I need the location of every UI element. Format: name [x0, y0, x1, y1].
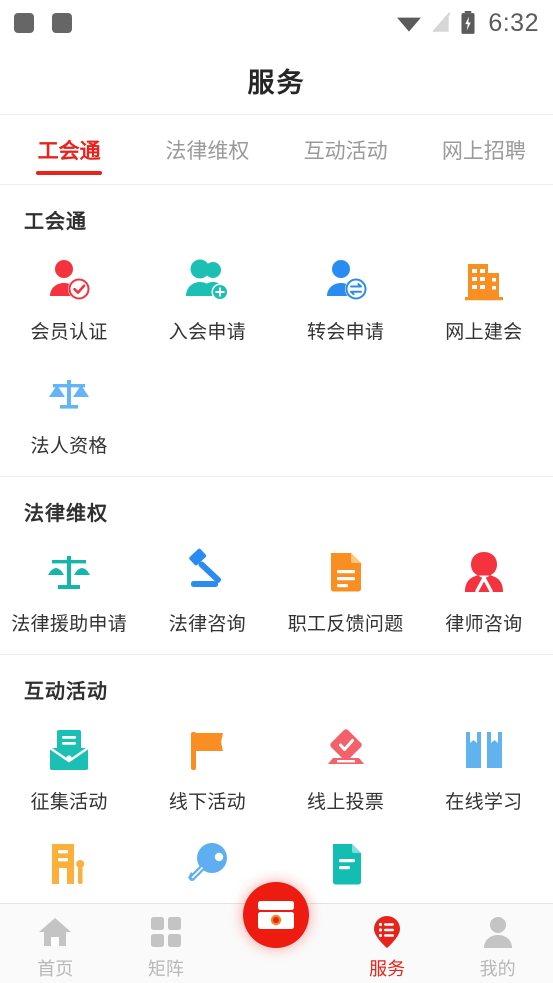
service-item-label: 转会申请 — [307, 322, 385, 343]
service-item-hotel-building[interactable] — [0, 824, 138, 911]
service-item-label: 法律咨询 — [168, 614, 246, 635]
join-union-icon — [186, 259, 229, 301]
tab-hudonghuodong[interactable]: 互动活动 — [277, 115, 415, 184]
service-item-build-union[interactable]: 网上建会 — [415, 240, 553, 354]
section-gonghuitong: 工会通 会员认证 入会申请 转会申请 网上建会 法人资格 — [0, 185, 553, 476]
service-item-label: 入会申请 — [168, 322, 246, 343]
status-bar-clock: 6:32 — [488, 8, 539, 37]
tab-gonghuitong[interactable]: 工会通 — [0, 115, 138, 184]
tab-falvweiquan[interactable]: 法律维权 — [138, 115, 276, 184]
status-bar-notifications — [14, 13, 72, 33]
nav-label: 我的 — [479, 959, 516, 979]
service-item-collect-activity[interactable]: 征集活动 — [0, 710, 138, 824]
profile-icon — [483, 917, 512, 948]
section-title: 法律维权 — [24, 503, 108, 525]
service-item-label: 线上投票 — [307, 792, 385, 813]
nav-item-home[interactable]: 首页 — [0, 904, 111, 981]
service-item-label: 律师咨询 — [445, 614, 523, 635]
service-item-online-study[interactable]: 在线学习 — [415, 710, 553, 824]
status-bar: 6:32 — [0, 0, 553, 46]
service-item-legal-entity[interactable]: 法人资格 — [0, 354, 138, 468]
battery-charging-icon — [461, 11, 475, 34]
nav-label: 首页 — [37, 959, 74, 979]
nav-item-profile[interactable]: 我的 — [442, 904, 553, 981]
service-scroll-area[interactable]: 工会通 会员认证 入会申请 转会申请 网上建会 法人资格 法律维权 法律援助申请… — [0, 185, 553, 983]
notification-square-icon — [52, 13, 72, 33]
flag-icon — [191, 732, 224, 770]
nav-item-matrix[interactable]: 矩阵 — [111, 904, 222, 981]
home-icon — [39, 918, 72, 946]
grid-icon — [150, 917, 181, 947]
lawyer-icon — [464, 552, 503, 593]
build-union-icon — [464, 264, 503, 301]
title-bar: 服务 — [0, 46, 553, 114]
section-falvweiquan: 法律维权 法律援助申请 法律咨询 职工反馈问题 律师咨询 — [0, 476, 553, 654]
hotel-building-icon — [52, 844, 85, 884]
member-verify-icon — [50, 260, 91, 300]
tab-bar: 工会通 法律维权 互动活动 网上招聘 — [0, 114, 553, 185]
book-icon — [465, 732, 502, 768]
section-title: 工会通 — [24, 211, 87, 233]
service-item-lawyer-consult[interactable]: 律师咨询 — [415, 532, 553, 646]
service-item-label: 会员认证 — [30, 322, 108, 343]
wallet-fab-button[interactable] — [243, 882, 310, 948]
signal-off-icon — [432, 12, 451, 33]
legal-aid-scales-icon — [48, 556, 91, 589]
icon-grid: 征集活动 线下活动 线上投票 在线学习 — [0, 710, 553, 911]
tab-wangshangzhaopin[interactable]: 网上招聘 — [415, 115, 553, 184]
service-item-label: 在线学习 — [445, 792, 523, 813]
service-item-offline-activity[interactable]: 线下活动 — [138, 710, 276, 824]
service-item-label: 线下活动 — [168, 792, 246, 813]
feedback-document-icon — [330, 553, 361, 592]
page-title: 服务 — [247, 67, 306, 98]
section-hudonghuodong: 互动活动 征集活动 线下活动 线上投票 在线学习 — [0, 654, 553, 919]
collect-envelope-icon — [49, 730, 89, 770]
notification-square-icon — [14, 13, 34, 33]
service-item-member-verify[interactable]: 会员认证 — [0, 240, 138, 354]
document-icon — [332, 844, 361, 885]
bottom-navigation: 首页 矩阵 服务 我的 — [0, 882, 553, 983]
service-item-label: 法人资格 — [30, 436, 108, 457]
pingpong-paddle-icon — [188, 843, 228, 881]
nav-label: 服务 — [369, 959, 406, 979]
service-item-legal-consult[interactable]: 法律咨询 — [138, 532, 276, 646]
service-item-label: 法律援助申请 — [11, 614, 128, 635]
service-item-worker-feedback[interactable]: 职工反馈问题 — [277, 532, 415, 646]
icon-grid: 法律援助申请 法律咨询 职工反馈问题 律师咨询 — [0, 532, 553, 646]
vote-icon — [327, 729, 364, 764]
legal-entity-icon — [49, 380, 90, 409]
service-item-join-union[interactable]: 入会申请 — [138, 240, 276, 354]
service-item-label: 征集活动 — [30, 792, 108, 813]
transfer-union-icon — [326, 260, 367, 300]
status-bar-system-icons: 6:32 — [396, 9, 539, 38]
service-item-online-vote[interactable]: 线上投票 — [277, 710, 415, 824]
service-item-legal-aid[interactable]: 法律援助申请 — [0, 532, 138, 646]
service-item-transfer-union[interactable]: 转会申请 — [277, 240, 415, 354]
nav-label: 矩阵 — [147, 959, 184, 979]
service-item-label: 职工反馈问题 — [287, 614, 404, 635]
section-title: 互动活动 — [24, 681, 108, 703]
wallet-card-icon — [258, 901, 295, 929]
service-item-label: 网上建会 — [445, 322, 523, 343]
icon-grid: 会员认证 入会申请 转会申请 网上建会 法人资格 — [0, 240, 553, 468]
nav-item-service[interactable]: 服务 — [332, 904, 443, 981]
gavel-icon — [189, 548, 222, 587]
service-pin-icon — [374, 916, 401, 948]
wifi-icon — [397, 17, 422, 32]
